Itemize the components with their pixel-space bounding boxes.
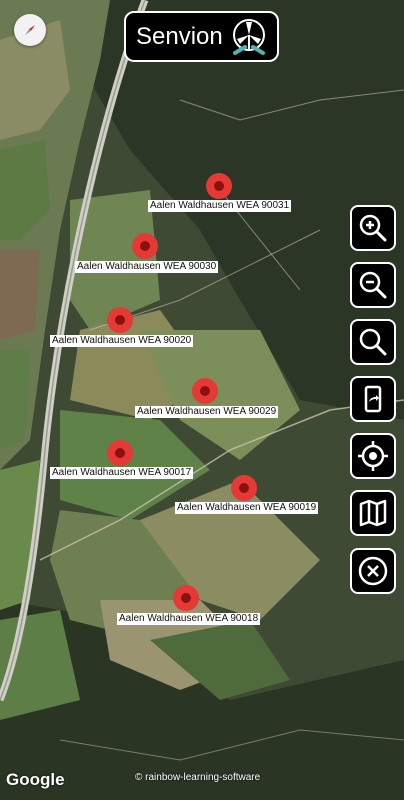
zoom-out-icon [359, 271, 387, 299]
copyright-text: © rainbow-learning-software [135, 772, 261, 783]
zoom-out-button[interactable] [350, 262, 396, 308]
marker-label[interactable]: Aalen Waldhausen WEA 90020 [50, 335, 194, 347]
marker-label[interactable]: Aalen Waldhausen WEA 90031 [148, 200, 292, 212]
compass-button[interactable] [14, 14, 46, 46]
map-marker-icon[interactable] [171, 583, 201, 613]
share-phone-icon [364, 385, 382, 413]
marker-label[interactable]: Aalen Waldhausen WEA 90029 [135, 406, 279, 418]
search-icon [359, 328, 387, 356]
marker-label[interactable]: Aalen Waldhausen WEA 90018 [117, 613, 261, 625]
map-marker-icon[interactable] [130, 231, 160, 261]
map-marker-icon[interactable] [105, 305, 135, 335]
map-marker-icon[interactable] [229, 473, 259, 503]
marker-label[interactable]: Aalen Waldhausen WEA 90019 [175, 502, 319, 514]
wind-turbine-wrench-icon [229, 17, 269, 57]
zoom-in-icon [359, 214, 387, 242]
map-icon [359, 499, 387, 527]
map-marker-icon[interactable] [204, 171, 234, 201]
marker-label[interactable]: Aalen Waldhausen WEA 90030 [75, 261, 219, 273]
map-type-button[interactable] [350, 490, 396, 536]
share-button[interactable] [350, 376, 396, 422]
map-marker-icon[interactable] [190, 376, 220, 406]
compass-icon [25, 25, 35, 35]
zoom-in-button[interactable] [350, 205, 396, 251]
app-header: Senvion [124, 11, 279, 62]
google-logo: Google [6, 770, 65, 789]
map-view[interactable]: Senvion Aalen Waldhausen WEA 90031 Aalen … [0, 0, 404, 800]
map-marker-icon[interactable] [105, 438, 135, 468]
app-title: Senvion [136, 22, 223, 50]
search-button[interactable] [350, 319, 396, 365]
location-target-icon [358, 441, 388, 471]
marker-label[interactable]: Aalen Waldhausen WEA 90017 [50, 467, 194, 479]
locate-button[interactable] [350, 433, 396, 479]
close-button[interactable] [350, 548, 396, 594]
close-icon [358, 556, 388, 586]
